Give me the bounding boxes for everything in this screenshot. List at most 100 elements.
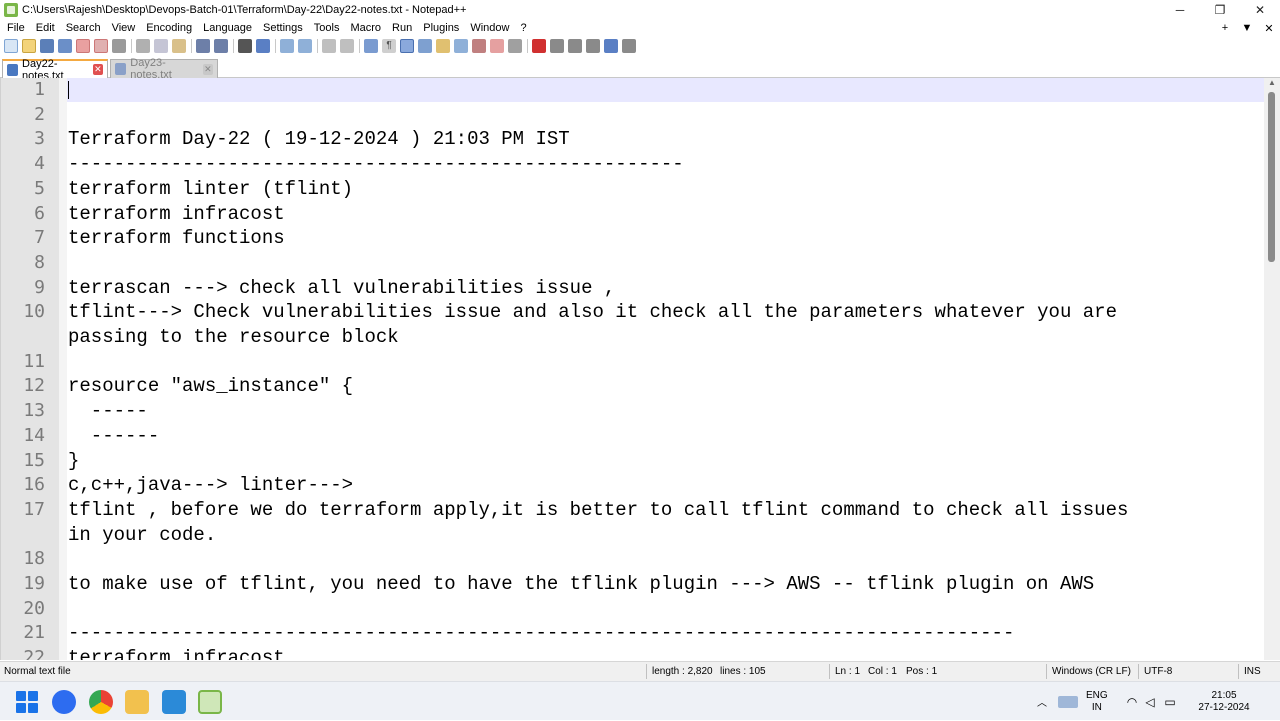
battery-icon[interactable]: ▭ bbox=[1160, 695, 1180, 709]
input-indicator-icon[interactable] bbox=[1058, 695, 1078, 708]
sync-vertical-icon[interactable] bbox=[322, 39, 336, 53]
menu-language[interactable]: Language bbox=[198, 22, 258, 34]
tray-overflow-chevron-icon[interactable]: ︿ bbox=[1034, 694, 1050, 709]
editor-line[interactable]: 20 bbox=[1, 597, 1265, 622]
new-file-icon[interactable] bbox=[4, 39, 18, 53]
status-insert-mode[interactable]: INS bbox=[1244, 666, 1261, 677]
copy-icon[interactable] bbox=[154, 39, 168, 53]
editor-line[interactable]: 16 c,c++,java---> linter---> bbox=[1, 473, 1265, 498]
find-icon[interactable] bbox=[238, 39, 252, 53]
menu-edit[interactable]: Edit bbox=[31, 22, 61, 34]
doc-list-icon[interactable] bbox=[454, 39, 468, 53]
tab-day23-notes[interactable]: Day23-notes.txt ✕ bbox=[110, 57, 218, 81]
close-file-icon[interactable] bbox=[76, 39, 90, 53]
editor-line[interactable]: 12 resource "aws_instance" { bbox=[1, 374, 1265, 399]
start-icon[interactable] bbox=[16, 691, 38, 713]
editor-line[interactable]: 19 to make use of tflint, you need to hav… bbox=[1, 572, 1265, 597]
stop-macro-icon[interactable] bbox=[550, 39, 564, 53]
editor-line[interactable]: 8 bbox=[1, 251, 1265, 276]
minimize-button[interactable]: ─ bbox=[1160, 0, 1200, 20]
vscode-icon[interactable] bbox=[162, 690, 186, 714]
replace-icon[interactable] bbox=[256, 39, 270, 53]
editor-line[interactable]: 9 terrascan ---> check all vulnerabilitie… bbox=[1, 276, 1265, 301]
vertical-scrollbar[interactable]: ▲ bbox=[1264, 78, 1280, 660]
editor-line[interactable]: 15} bbox=[1, 449, 1265, 474]
zoom-in-icon[interactable] bbox=[280, 39, 294, 53]
tab-list-dropdown-icon[interactable]: ▼ bbox=[1236, 22, 1258, 34]
menu-run[interactable]: Run bbox=[387, 22, 418, 34]
editor-line[interactable]: 1 bbox=[1, 78, 1265, 103]
close-tab-icon[interactable]: ✕ bbox=[92, 64, 103, 75]
editor-line[interactable]: 21 --------------------------------------… bbox=[1, 621, 1265, 646]
clock[interactable]: 21:05 27-12-2024 bbox=[1198, 690, 1249, 714]
menu-window[interactable]: Window bbox=[465, 22, 515, 34]
editor-line[interactable]: 3 Terraform Day-22 ( 19-12-2024 ) 21:03 P… bbox=[1, 127, 1265, 152]
close-all-icon[interactable] bbox=[94, 39, 108, 53]
open-file-icon[interactable] bbox=[22, 39, 36, 53]
close-tab-icon[interactable]: ✕ bbox=[202, 63, 213, 75]
show-all-chars-icon[interactable]: ¶ bbox=[382, 39, 396, 53]
monitoring-icon[interactable] bbox=[508, 39, 522, 53]
redo-icon[interactable] bbox=[214, 39, 228, 53]
maximize-button[interactable]: ❐ bbox=[1200, 0, 1240, 20]
volume-icon[interactable]: ◁ bbox=[1140, 695, 1160, 709]
editor-line[interactable]: 10 tflint---> Check vulnerabilities issue… bbox=[1, 300, 1265, 325]
editor-line[interactable]: 2 bbox=[1, 103, 1265, 128]
editor-line[interactable]: 4 ---------------------------------------… bbox=[1, 152, 1265, 177]
editor-line[interactable]: 18 bbox=[1, 547, 1265, 572]
language-indicator[interactable]: ENG IN bbox=[1086, 690, 1108, 714]
editor-line[interactable]: 14 ------ bbox=[1, 424, 1265, 449]
zoom-icon[interactable] bbox=[52, 690, 76, 714]
menu-view[interactable]: View bbox=[107, 22, 142, 34]
menu-search[interactable]: Search bbox=[61, 22, 107, 34]
editor-line[interactable]: 17 tflint , before we do terraform apply,… bbox=[1, 498, 1265, 523]
status-eol[interactable]: Windows (CR LF) bbox=[1052, 666, 1131, 677]
editor-line[interactable]: 6 terraform infracost bbox=[1, 202, 1265, 227]
editor-line[interactable]: in your code. bbox=[1, 523, 1265, 548]
text-editor[interactable]: 1 2 3 Terraform Day-22 ( 19-12-2024 ) 21:03… bbox=[0, 78, 1270, 660]
undo-icon[interactable] bbox=[196, 39, 210, 53]
editor-line[interactable]: 5 terraform linter (tflint) bbox=[1, 177, 1265, 202]
function-list-icon[interactable] bbox=[472, 39, 486, 53]
save-macro-icon[interactable] bbox=[604, 39, 618, 53]
editor-line[interactable]: 22 terraform infracost bbox=[1, 646, 1265, 660]
menu-plugins[interactable]: Plugins bbox=[418, 22, 465, 34]
zoom-out-icon[interactable] bbox=[298, 39, 312, 53]
wifi-icon[interactable]: ◠ bbox=[1124, 695, 1140, 709]
chrome-icon[interactable] bbox=[89, 690, 113, 714]
word-wrap-icon[interactable] bbox=[364, 39, 378, 53]
scroll-up-arrow-icon[interactable]: ▲ bbox=[1264, 78, 1280, 90]
run-macro-multiple-icon[interactable] bbox=[586, 39, 600, 53]
menu-encoding[interactable]: Encoding bbox=[141, 22, 198, 34]
menu-macro[interactable]: Macro bbox=[345, 22, 387, 34]
save-icon[interactable] bbox=[40, 39, 54, 53]
status-encoding[interactable]: UTF-8 bbox=[1144, 666, 1172, 677]
menu-settings[interactable]: Settings bbox=[258, 22, 309, 34]
editor-line[interactable]: 13 ----- bbox=[1, 399, 1265, 424]
menu-file[interactable]: File bbox=[2, 22, 31, 34]
save-all-icon[interactable] bbox=[58, 39, 72, 53]
notepadpp-icon[interactable] bbox=[198, 690, 222, 714]
play-macro-icon[interactable] bbox=[568, 39, 582, 53]
file-explorer-icon[interactable] bbox=[125, 690, 149, 714]
close-document-icon[interactable]: ✕ bbox=[1258, 22, 1280, 35]
editor-line[interactable]: 11 bbox=[1, 350, 1265, 375]
editor-line[interactable]: 7 terraform functions bbox=[1, 226, 1265, 251]
folder-workspace-icon[interactable] bbox=[490, 39, 504, 53]
menu-tools[interactable]: Tools bbox=[309, 22, 346, 34]
print-icon[interactable] bbox=[112, 39, 126, 53]
macro-more-icon[interactable] bbox=[622, 39, 636, 53]
tab-day22-notes[interactable]: Day22-notes.txt ✕ bbox=[2, 58, 108, 82]
editor-line[interactable]: passing to the resource block bbox=[1, 325, 1265, 350]
new-tab-plus-icon[interactable]: + bbox=[1214, 22, 1236, 34]
cut-icon[interactable] bbox=[136, 39, 150, 53]
doc-map-icon[interactable] bbox=[436, 39, 450, 53]
menu-help[interactable]: ? bbox=[515, 22, 532, 34]
udl-icon[interactable] bbox=[418, 39, 432, 53]
scrollbar-thumb[interactable] bbox=[1268, 92, 1275, 262]
paste-icon[interactable] bbox=[172, 39, 186, 53]
record-macro-icon[interactable] bbox=[532, 39, 546, 53]
indent-guide-icon[interactable] bbox=[400, 39, 414, 53]
close-button[interactable]: ✕ bbox=[1240, 0, 1280, 20]
sync-horizontal-icon[interactable] bbox=[340, 39, 354, 53]
